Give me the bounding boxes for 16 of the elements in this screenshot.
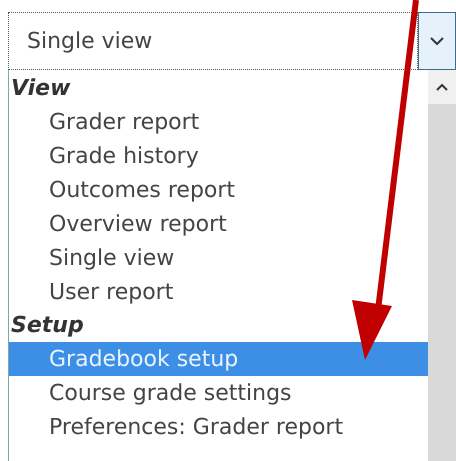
group-label: View — [10, 75, 72, 103]
chevron-up-icon — [436, 83, 448, 91]
list-item[interactable]: Overview report — [9, 207, 428, 241]
list-item[interactable]: User report — [9, 275, 428, 309]
chevron-down-icon — [430, 36, 444, 46]
list-item[interactable]: Outcomes report — [9, 173, 428, 207]
list-item[interactable]: Grade history — [9, 139, 428, 173]
list-item[interactable]: Grader report — [9, 105, 428, 139]
group-label: Setup — [10, 312, 85, 340]
list-item[interactable]: Single view — [9, 241, 428, 275]
scrollbar[interactable] — [428, 70, 456, 461]
select-field[interactable]: Single view — [8, 12, 418, 70]
list-item[interactable]: Course grade settings — [9, 376, 428, 410]
list-item[interactable]: Preferences: Grader report — [9, 410, 428, 444]
select-value: Single view — [27, 28, 152, 56]
dropdown-button[interactable] — [418, 12, 456, 70]
